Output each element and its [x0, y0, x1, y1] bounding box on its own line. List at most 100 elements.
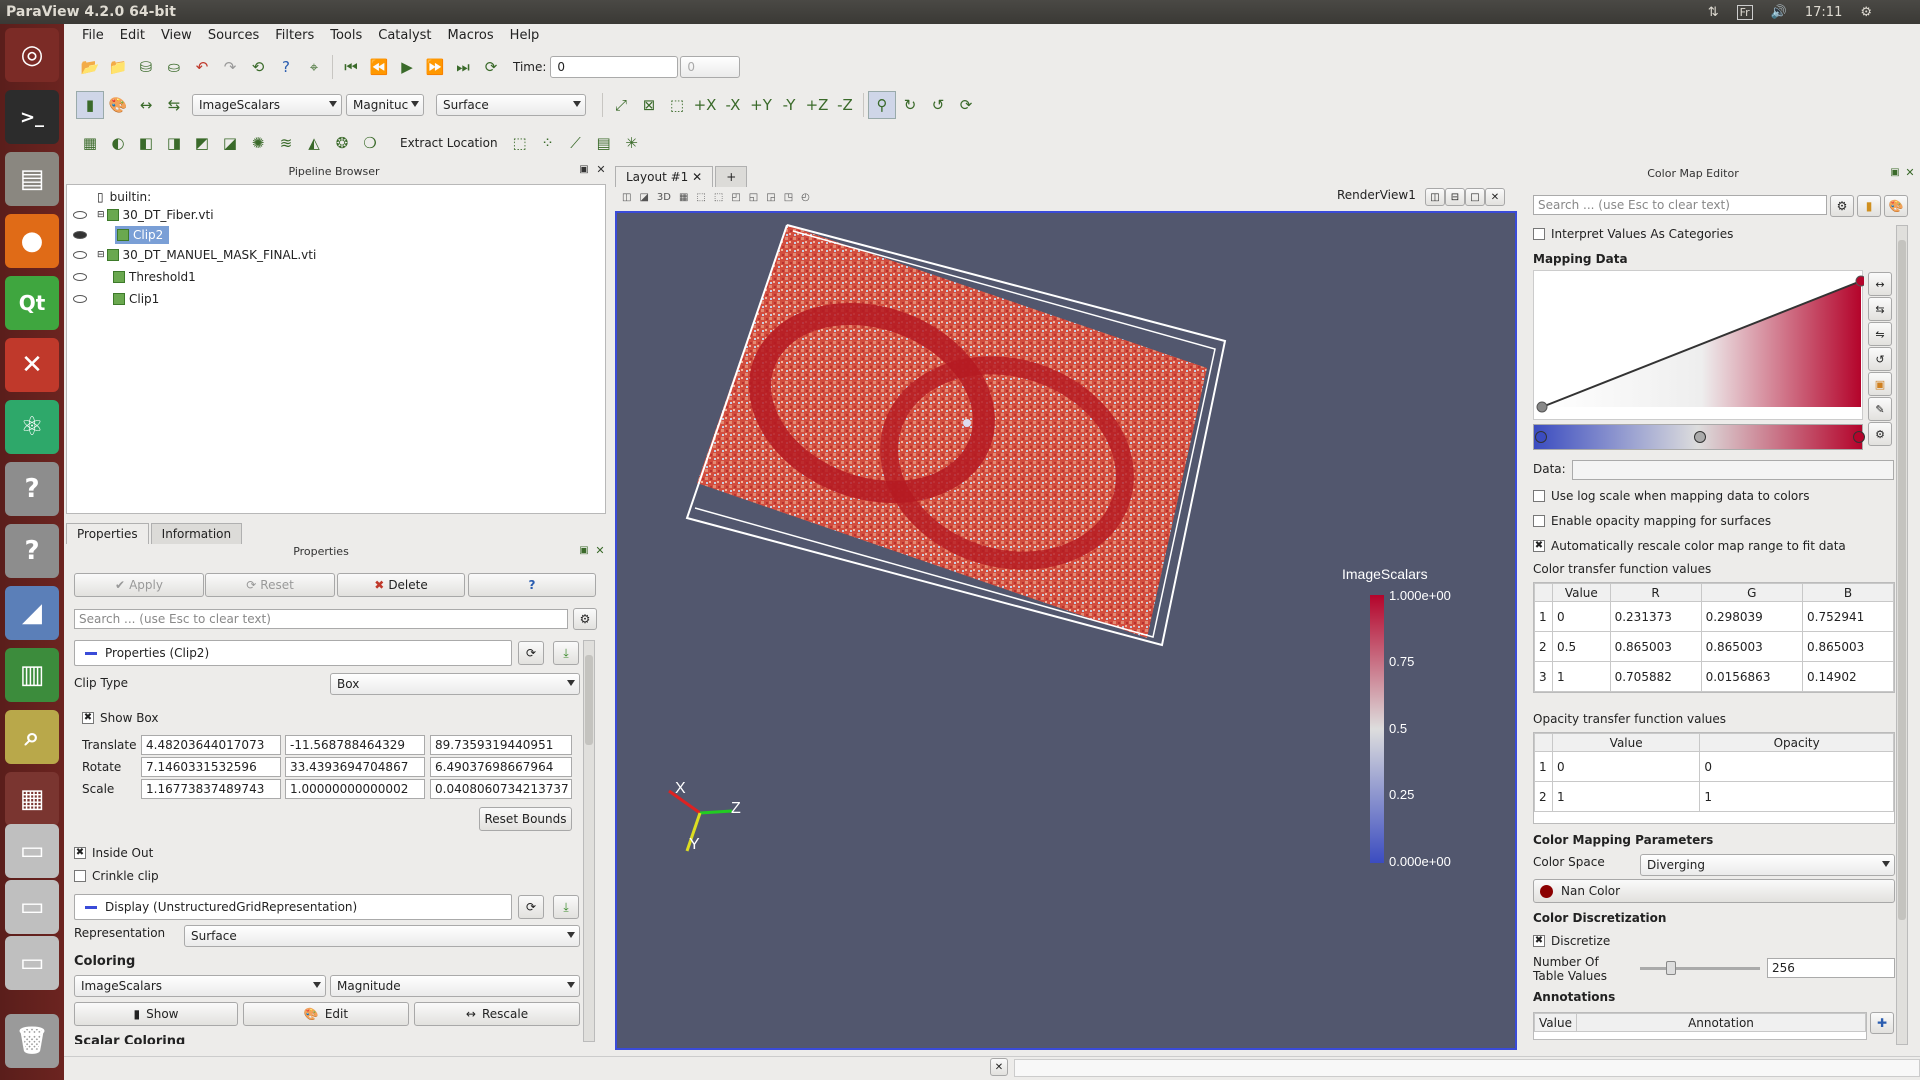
interact-icon[interactable]: ⚲ — [868, 91, 896, 119]
spreadsheet-icon[interactable]: ▤ — [590, 129, 618, 157]
table-values-field[interactable]: 256 — [1767, 958, 1895, 978]
scale-x-field[interactable]: 1.16773837489743 — [141, 779, 281, 799]
visibility-eye-icon[interactable] — [73, 273, 87, 281]
menu-macros[interactable]: Macros — [440, 28, 502, 43]
clip-icon[interactable]: ◧ — [132, 129, 160, 157]
reset-button[interactable]: ⟳ Reset — [205, 573, 335, 597]
select-icon[interactable]: ◲ — [766, 192, 775, 203]
color-component-select[interactable]: Magnituc — [346, 94, 424, 116]
zoom-data-icon[interactable]: ⊠ — [635, 91, 663, 119]
column-header[interactable]: R — [1609, 583, 1702, 602]
cme-palette-button[interactable]: 🎨 — [1884, 195, 1908, 217]
column-header[interactable]: Opacity — [1699, 733, 1894, 752]
magnifier-icon[interactable]: ⌕ — [5, 710, 59, 764]
cell-r[interactable]: 0.705882 — [1609, 661, 1702, 692]
cell-r[interactable]: 0.865003 — [1609, 631, 1702, 662]
select-points-icon[interactable]: ⁘ — [534, 129, 562, 157]
show-colorbar-button[interactable]: ▮ Show — [74, 1002, 238, 1026]
time-input[interactable]: 0 — [550, 56, 679, 78]
cell-b[interactable]: 0.14902 — [1802, 661, 1894, 692]
cell-b[interactable]: 0.865003 — [1802, 631, 1894, 662]
rotate-ccw-icon[interactable]: ↺ — [924, 91, 952, 119]
atom-icon[interactable]: ⚛ — [5, 400, 59, 454]
menu-edit[interactable]: Edit — [112, 28, 153, 43]
table-row[interactable]: 3 1 0.705882 0.0156863 0.14902 — [1534, 661, 1894, 692]
tree-item-clip1[interactable]: Clip1 — [67, 289, 605, 309]
zoom-box-icon[interactable]: ⬚ — [663, 91, 691, 119]
column-header[interactable]: Value — [1551, 733, 1701, 752]
save-preset-icon[interactable]: ✎ — [1868, 397, 1892, 421]
firefox-icon[interactable]: ● — [5, 214, 59, 268]
drive-icon[interactable]: ▭ — [5, 880, 59, 934]
column-header[interactable]: Value — [1552, 583, 1611, 602]
keyboard-layout[interactable]: Fr — [1736, 4, 1753, 20]
properties-search-input[interactable]: Search ... (use Esc to clear text) — [74, 609, 568, 629]
discretize-checkbox[interactable]: ✖ — [1533, 935, 1545, 947]
advanced-gear-button[interactable]: ⚙ — [573, 608, 597, 630]
cell-value[interactable]: 0.5 — [1552, 631, 1611, 662]
close-icon[interactable]: ✕ — [594, 162, 608, 176]
data-value-field[interactable] — [1572, 460, 1894, 480]
drive-icon[interactable]: ▭ — [5, 936, 59, 990]
select-icon[interactable]: ⬚ — [714, 192, 723, 203]
translate-z-field[interactable]: 89.7359319440951 — [430, 735, 572, 755]
apply-button[interactable]: ✔ Apply — [74, 573, 204, 597]
undock-icon[interactable]: ▣ — [577, 543, 591, 557]
interpret-categories-checkbox[interactable] — [1533, 228, 1545, 240]
first-frame-icon[interactable]: ⏮ — [337, 53, 365, 81]
split-horizontal-button[interactable]: ◫ — [1425, 188, 1445, 206]
nan-color-button[interactable]: Nan Color — [1533, 879, 1895, 903]
tree-item-clip2[interactable]: Clip2 — [67, 225, 605, 245]
show-box-checkbox[interactable]: ✖ — [82, 712, 94, 724]
threshold-icon[interactable]: ◩ — [188, 129, 216, 157]
table-row[interactable]: 2 0.5 0.865003 0.865003 0.865003 — [1534, 631, 1894, 662]
auto-rescale-checkbox[interactable]: ✖ — [1533, 540, 1545, 552]
crinkle-clip-checkbox[interactable] — [74, 870, 86, 882]
collapse-icon[interactable]: ⊟ — [97, 210, 105, 220]
cme-search-input[interactable]: Search ... (use Esc to clear text) — [1533, 195, 1827, 215]
opacity-point[interactable] — [1536, 401, 1548, 413]
add-annotation-button[interactable]: ✚ — [1870, 1012, 1894, 1034]
close-view-button[interactable]: ✕ — [1485, 188, 1505, 206]
column-header[interactable]: Value — [1534, 1013, 1577, 1032]
save-defaults-button[interactable]: ⤓ — [553, 895, 579, 919]
choose-preset-icon[interactable]: ▣ — [1868, 372, 1892, 396]
tab-information[interactable]: Information — [150, 523, 243, 544]
warp-vector-icon[interactable]: ◭ — [300, 129, 328, 157]
network-icon[interactable]: ⇅ — [1708, 5, 1719, 20]
rotate-90-icon[interactable]: ↻ — [896, 91, 924, 119]
play-icon[interactable]: ▶ — [393, 53, 421, 81]
cell-value[interactable]: 1 — [1551, 781, 1701, 812]
log-scale-checkbox[interactable] — [1533, 490, 1545, 502]
display-section-header[interactable]: Display (UnstructuredGridRepresentation) — [74, 894, 512, 920]
table-row[interactable]: 1 0 0.231373 0.298039 0.752941 — [1534, 601, 1894, 632]
representation-select[interactable]: Surface — [184, 925, 580, 947]
close-icon[interactable]: ✕ — [692, 170, 702, 184]
cme-gear-button[interactable]: ⚙ — [1830, 195, 1854, 217]
libreoffice-icon[interactable]: ▥ — [5, 648, 59, 702]
tree-item-fiber[interactable]: ⊟ 30_DT_Fiber.vti — [67, 205, 605, 225]
settings-icon[interactable]: ✕ — [5, 338, 59, 392]
calculator-icon[interactable]: ▦ — [76, 129, 104, 157]
files-icon[interactable]: ▤ — [5, 152, 59, 206]
table-row[interactable]: 2 1 1 — [1534, 781, 1894, 812]
open-icon[interactable]: 📂 — [76, 53, 104, 81]
gear-icon[interactable]: ⚙ — [1860, 5, 1872, 20]
properties-scrollbar[interactable] — [583, 640, 595, 1042]
advanced-gear-icon[interactable]: ⚙ — [1868, 422, 1892, 446]
link-icon[interactable]: ◪ — [639, 192, 648, 203]
save-defaults-button[interactable]: ⤓ — [553, 641, 579, 665]
rotate-z-field[interactable]: 6.49037698667964 — [430, 757, 572, 777]
trash-icon[interactable]: 🗑 — [5, 1014, 59, 1068]
inside-out-checkbox[interactable]: ✖ — [74, 847, 86, 859]
coloring-array-select[interactable]: ImageScalars — [74, 975, 326, 997]
workspace-icon[interactable]: ▦ — [5, 772, 59, 826]
axes-grid-icon[interactable]: ✳ — [618, 129, 646, 157]
tab-properties[interactable]: Properties — [66, 523, 149, 544]
pick-center-icon[interactable]: ⌖ — [300, 53, 328, 81]
volume-icon[interactable]: 🔊 — [1771, 5, 1787, 20]
help-button[interactable]: ? — [468, 573, 596, 597]
tree-item-mask[interactable]: ⊟ 30_DT_MANUEL_MASK_FINAL.vti — [67, 245, 605, 265]
camera-icon[interactable]: ◫ — [622, 192, 631, 203]
cell-value[interactable]: 0 — [1551, 751, 1701, 782]
